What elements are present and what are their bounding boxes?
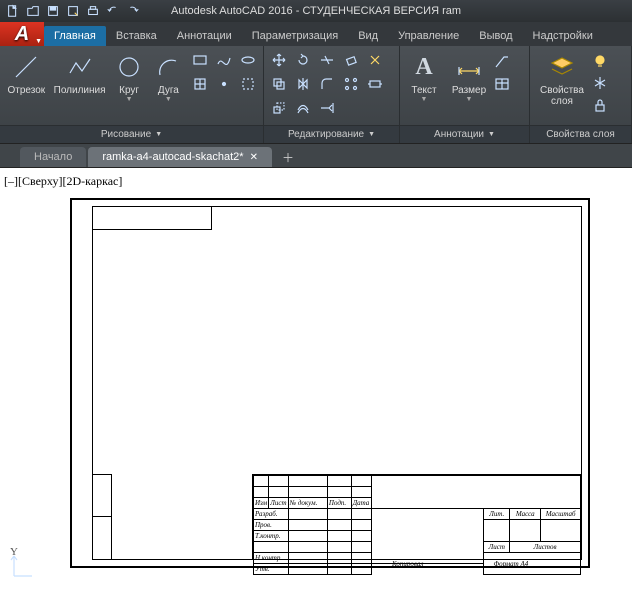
ribbon-tab-parametric[interactable]: Параметризация: [242, 26, 348, 46]
qat-redo-icon[interactable]: [124, 2, 142, 20]
chevron-down-icon: ▼: [155, 131, 162, 138]
line-button[interactable]: Отрезок: [4, 49, 49, 96]
fillet-icon[interactable]: [316, 73, 338, 95]
document-tab-bar: Начало ramka-a4-autocad-skachat2* ✕ ＋: [0, 144, 632, 168]
modify-tools: [268, 49, 386, 119]
trim-icon[interactable]: [316, 49, 338, 71]
side-binding-table: [92, 474, 112, 560]
ribbon-tab-addins[interactable]: Надстройки: [523, 26, 603, 46]
draw-small-tools: [189, 49, 259, 95]
new-tab-button[interactable]: ＋: [278, 147, 298, 167]
layers-icon: [548, 51, 576, 83]
dimension-icon: [455, 51, 483, 83]
text-button[interactable]: A Текст ▼: [404, 49, 444, 103]
close-icon[interactable]: ✕: [250, 152, 258, 163]
qat-new-icon[interactable]: [4, 2, 22, 20]
mirror-icon[interactable]: [292, 73, 314, 95]
layer-toggles: [592, 49, 608, 116]
chevron-down-icon: ▼: [368, 131, 375, 138]
app-logo-icon: A: [15, 23, 29, 46]
panel-title-annotate[interactable]: Аннотации▼: [400, 125, 529, 143]
ribbon-tab-row: A ▼ Главная Вставка Аннотации Параметриз…: [0, 22, 632, 46]
panel-title-modify[interactable]: Редактирование▼: [264, 125, 399, 143]
line-icon: [12, 51, 40, 83]
leader-icon[interactable]: [494, 53, 510, 72]
arc-icon: [154, 51, 182, 83]
panel-title-draw[interactable]: Рисование▼: [0, 125, 263, 143]
viewport-label[interactable]: [–][Сверху][2D-каркас]: [4, 174, 122, 189]
stretch-icon[interactable]: [364, 73, 386, 95]
chevron-down-icon: ▼: [421, 96, 428, 103]
app-menu-button[interactable]: A ▼: [0, 22, 44, 46]
point-icon[interactable]: [213, 73, 235, 95]
copy-icon[interactable]: [268, 73, 290, 95]
ribbon-tab-insert[interactable]: Вставка: [106, 26, 167, 46]
layer-freeze-icon[interactable]: [592, 75, 608, 94]
ribbon-tab-output[interactable]: Вывод: [469, 26, 522, 46]
inner-frame: Изм Лист № докум. Подп. Дата Разраб. Лит…: [92, 206, 582, 560]
panel-annotation: A Текст ▼ Размер ▼ Аннотации▼: [400, 46, 530, 143]
qat-saveas-icon[interactable]: [64, 2, 82, 20]
layer-lock-icon[interactable]: [592, 97, 608, 116]
ribbon-tab-home[interactable]: Главная: [44, 26, 106, 46]
title-bar: Autodesk AutoCAD 2016 - СТУДЕНЧЕСКАЯ ВЕР…: [0, 0, 632, 22]
circle-icon: [115, 51, 143, 83]
panel-modify: Редактирование▼: [264, 46, 400, 143]
polyline-button[interactable]: Полилиния: [51, 49, 109, 96]
ribbon-tab-view[interactable]: Вид: [348, 26, 388, 46]
chevron-down-icon: ▼: [126, 96, 133, 103]
layer-bulb-icon[interactable]: [592, 53, 608, 72]
layer-properties-button[interactable]: Свойства слоя: [534, 49, 590, 107]
doc-tab-start[interactable]: Начало: [20, 147, 86, 167]
qat-undo-icon[interactable]: [104, 2, 122, 20]
top-left-box: [92, 206, 212, 230]
circle-button[interactable]: Круг ▼: [110, 49, 147, 103]
qat-save-icon[interactable]: [44, 2, 62, 20]
chevron-down-icon: ▼: [35, 38, 42, 45]
ribbon-tab-annotate[interactable]: Аннотации: [167, 26, 242, 46]
sheet-footer: Копировал Формат А4: [72, 560, 588, 568]
chevron-down-icon: ▼: [165, 96, 172, 103]
annotate-small: [494, 49, 510, 95]
ribbon: Отрезок Полилиния Круг ▼ Дуга ▼: [0, 46, 632, 144]
panel-draw: Отрезок Полилиния Круг ▼ Дуга ▼: [0, 46, 264, 143]
chevron-down-icon: ▼: [488, 131, 495, 138]
panel-title-layers[interactable]: Свойства слоя: [530, 125, 631, 143]
offset-icon[interactable]: [292, 97, 314, 119]
hatch-icon[interactable]: [189, 73, 211, 95]
qat-plot-icon[interactable]: [84, 2, 102, 20]
dimension-button[interactable]: Размер ▼: [446, 49, 492, 103]
rotate-icon[interactable]: [292, 49, 314, 71]
text-icon: A: [415, 51, 432, 83]
panel-layers: Свойства слоя Свойства слоя: [530, 46, 632, 143]
drawing-canvas[interactable]: [–][Сверху][2D-каркас] Изм: [0, 168, 632, 595]
spline-icon[interactable]: [213, 49, 235, 71]
arc-button[interactable]: Дуга ▼: [150, 49, 187, 103]
rectangle-icon[interactable]: [189, 49, 211, 71]
explode-icon[interactable]: [364, 49, 386, 71]
move-icon[interactable]: [268, 49, 290, 71]
scale-icon[interactable]: [268, 97, 290, 119]
polyline-icon: [66, 51, 94, 83]
array-icon[interactable]: [340, 73, 362, 95]
doc-tab-file[interactable]: ramka-a4-autocad-skachat2* ✕: [88, 147, 272, 167]
chevron-down-icon: ▼: [466, 96, 473, 103]
table-icon[interactable]: [494, 76, 510, 95]
extend-icon[interactable]: [316, 97, 338, 119]
title-block: Изм Лист № докум. Подп. Дата Разраб. Лит…: [252, 474, 582, 560]
ucs-icon[interactable]: Y: [8, 550, 38, 585]
quick-access-toolbar: [4, 2, 142, 20]
region-icon[interactable]: [237, 73, 259, 95]
sheet-border: Изм Лист № докум. Подп. Дата Разраб. Лит…: [70, 198, 590, 568]
ribbon-tabs: Главная Вставка Аннотации Параметризация…: [44, 22, 603, 46]
erase-icon[interactable]: [340, 49, 362, 71]
ellipse-icon[interactable]: [237, 49, 259, 71]
qat-open-icon[interactable]: [24, 2, 42, 20]
ribbon-tab-manage[interactable]: Управление: [388, 26, 469, 46]
